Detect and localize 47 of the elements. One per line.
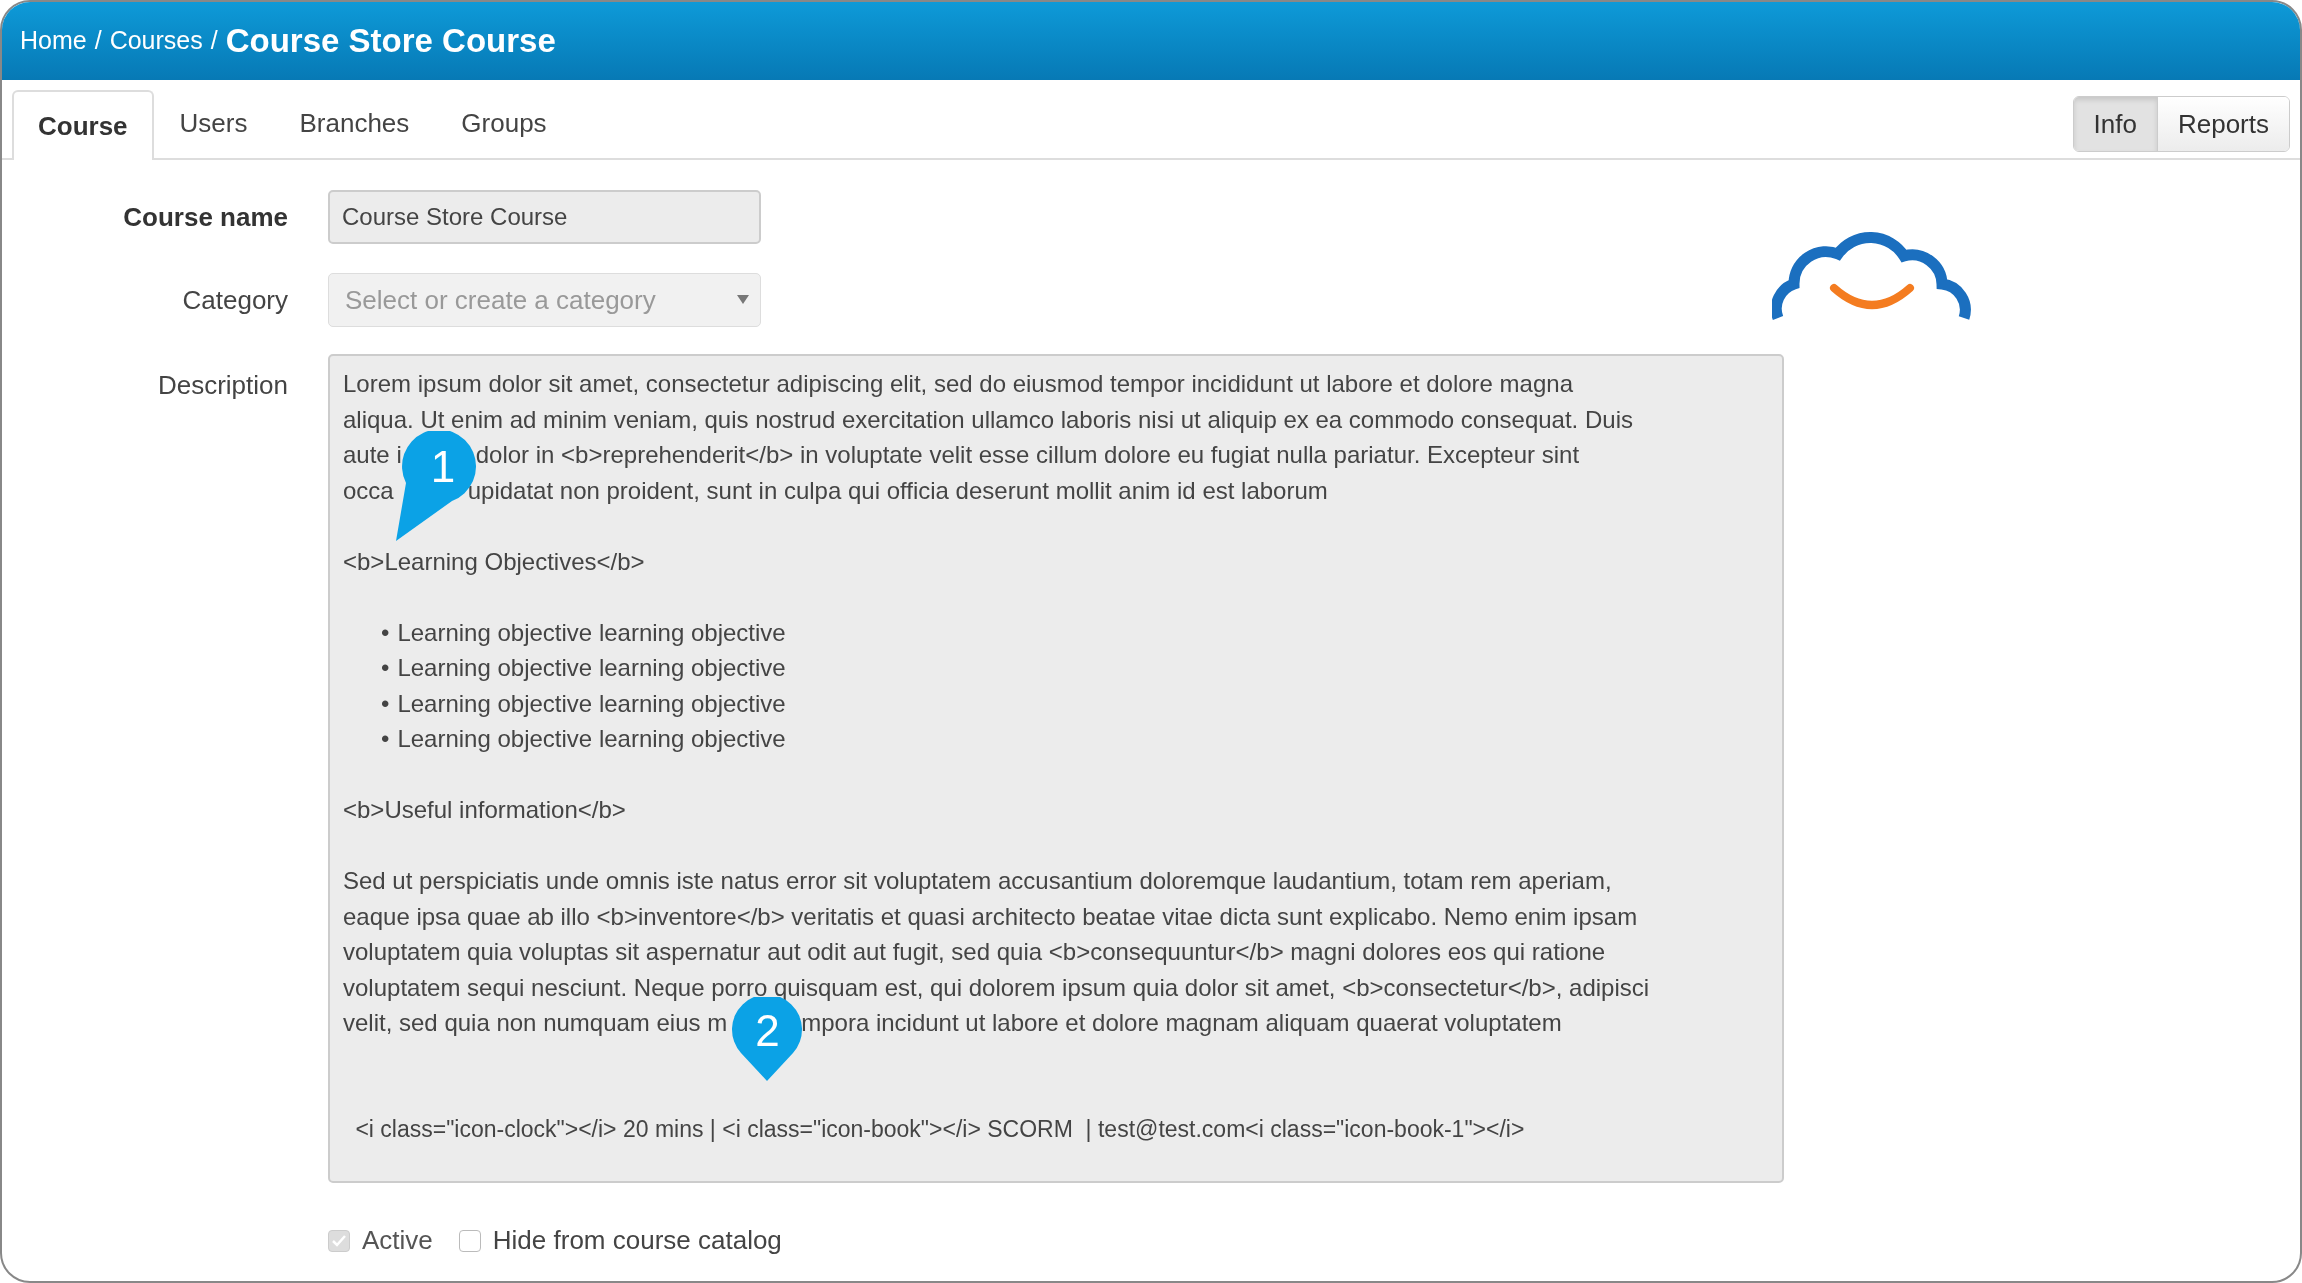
checkbox-label: Active [362, 1224, 433, 1257]
breadcrumb-separator: / [94, 25, 102, 57]
description-textarea[interactable] [328, 354, 1784, 1183]
description-text: Learning objective learning objective [397, 653, 786, 683]
description-text: eaque ipsa quae ab illo <b>inventore</b> veritatis et quasi architecto beatae vitae dicta sunt explicabo. Nemo enim ipsam [343, 901, 1638, 932]
breadcrumb-separator: / [210, 25, 218, 57]
description-text: upidatat non proident, sunt in culpa qui officia deserunt mollit anim id est laborum [467, 475, 1328, 506]
view-button[interactable]: Reports [2157, 97, 2289, 151]
bullet: • [381, 617, 390, 648]
checkbox[interactable] [458, 1229, 481, 1252]
page-title: Course Store Course [225, 21, 556, 62]
view-button[interactable]: Info [2073, 97, 2158, 151]
callout-number: 2 [755, 1005, 780, 1057]
description-text: Learning objective learning objective [397, 724, 786, 754]
bullet: • [381, 688, 390, 719]
description-text: Learning objective learning objective [397, 617, 786, 648]
description-text: velit, sed quia non numquam eius m [343, 1008, 728, 1038]
description-text: dolor in <b>reprehenderit</b> in voluptate velit esse cillum dolore eu fugiat nulla pariatur. Excepteur sint [475, 440, 1580, 470]
description-text: voluptatem quia voluptas sit aspernatur aut odit aut fugit, sed quia <b>consequuntur</b> magni dolores eos qui ratione [343, 937, 1606, 967]
course-name-field[interactable]: Course Store Course [328, 190, 761, 244]
tab[interactable]: Users [153, 88, 274, 158]
description-text: aliqua. Ut enim ad minim veniam, quis nostrud exercitation ullamco laboris nisi ut aliquip ex ea commodo consequat. Duis [343, 404, 1633, 435]
breadcrumb-link[interactable]: Home [20, 22, 87, 60]
bullet: • [381, 653, 390, 683]
caret-icon [737, 295, 749, 305]
tab[interactable]: Course [12, 90, 154, 160]
description-text: Lorem ipsum dolor sit amet, consectetur adipiscing elit, sed do eiusmod tempor incididunt ut labore et dolore magna [343, 369, 1573, 399]
description-text: <b>Learning Objectives</b> [343, 546, 645, 577]
callout-number: 1 [430, 441, 456, 493]
field-label: Description [156, 369, 288, 402]
description-text: <i class="icon-clock"></i> 20 mins | <i class="icon-book"></i> SCORM | test@test.com<i class="icon-book-1"></i> [354, 1114, 1525, 1144]
field-label: Course name [122, 200, 288, 234]
description-text: aute i [343, 440, 402, 470]
description-text: Learning objective learning objective [397, 688, 786, 719]
checkbox-label: Hide from course catalog [492, 1224, 782, 1257]
tab[interactable]: Branches [273, 88, 436, 158]
check-icon [332, 1234, 346, 1247]
description-text: occa [343, 475, 394, 506]
description-text: Sed ut perspiciatis unde omnis iste natus error sit voluptatem accusantium doloremque laudantium, totam rem aperiam, [343, 866, 1612, 896]
category-select[interactable]: Select or create a category [328, 273, 761, 327]
description-text: voluptatem sequi nesciunt. Neque porro quisquam est, qui dolorem ipsum quia dolor sit amet, <b>consectetur</b>, adipisci [343, 972, 1650, 1003]
description-text: mpora incidunt ut labore et dolore magnam aliquam quaerat voluptatem [801, 1008, 1562, 1038]
description-text: <b>Useful information</b> [343, 795, 626, 825]
breadcrumb-link[interactable]: Courses [109, 22, 203, 60]
bullet: • [381, 724, 390, 754]
tab[interactable]: Groups [435, 88, 573, 158]
field-label: Category [181, 283, 288, 317]
